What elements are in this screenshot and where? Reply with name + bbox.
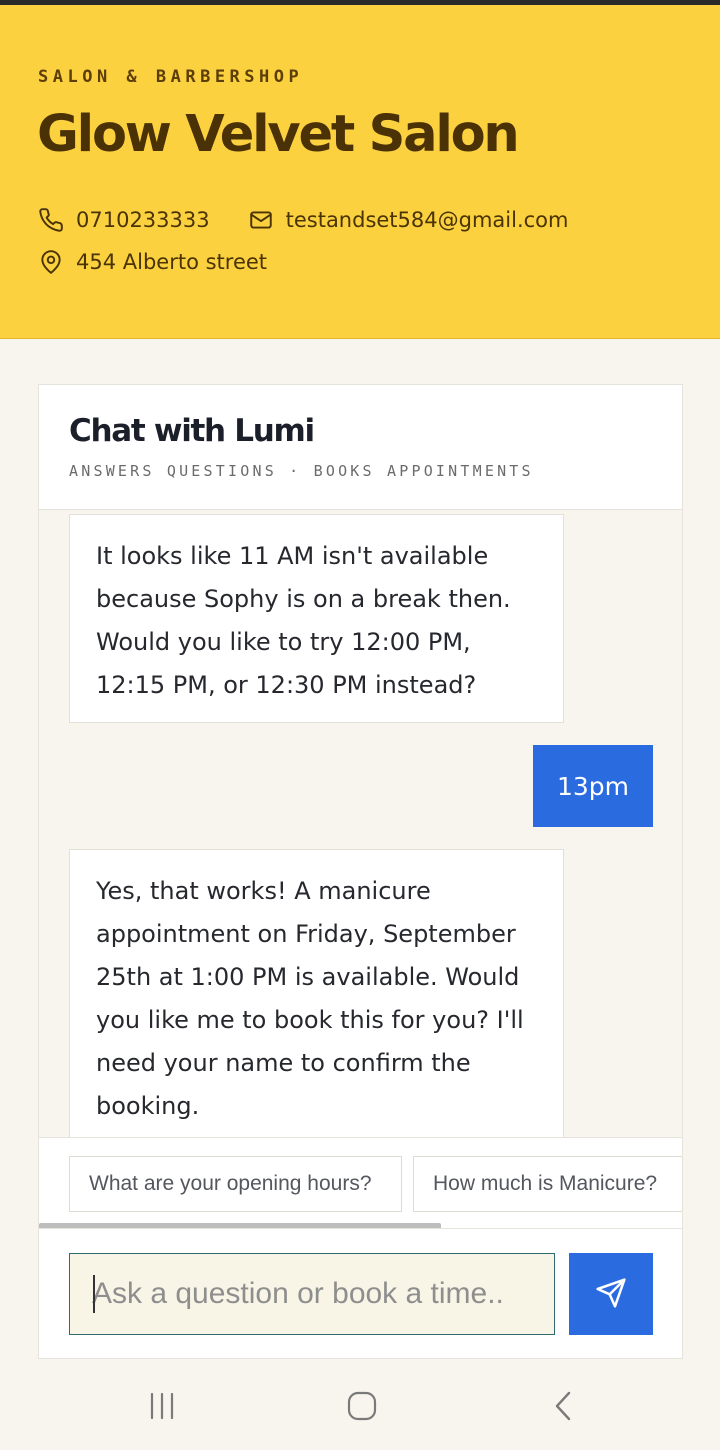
mail-icon bbox=[248, 207, 274, 233]
salon-header: SALON & BARBERSHOP Glow Velvet Salon 071… bbox=[0, 5, 720, 339]
contact-row-2: 454 Alberto street bbox=[38, 249, 267, 275]
system-nav-bar bbox=[0, 1365, 720, 1450]
back-button[interactable] bbox=[534, 1385, 594, 1431]
text-caret bbox=[93, 1275, 95, 1313]
suggestion-chip-manicure[interactable]: How much is Manicure? bbox=[413, 1156, 682, 1212]
suggestion-bar[interactable]: What are your opening hours? How much is… bbox=[39, 1137, 682, 1229]
chat-title: Chat with Lumi bbox=[69, 413, 315, 449]
chat-subtitle: ANSWERS QUESTIONS · BOOKS APPOINTMENTS bbox=[69, 462, 534, 480]
send-button[interactable] bbox=[569, 1253, 653, 1335]
home-icon bbox=[345, 1389, 379, 1428]
message-input[interactable] bbox=[69, 1253, 555, 1335]
composer bbox=[39, 1229, 682, 1358]
salon-kicker: SALON & BARBERSHOP bbox=[38, 67, 304, 87]
recent-apps-icon bbox=[145, 1389, 179, 1428]
user-message: 13pm bbox=[533, 745, 653, 827]
chat-header: Chat with Lumi ANSWERS QUESTIONS · BOOKS… bbox=[39, 385, 682, 510]
email-link[interactable]: testandset584@gmail.com bbox=[286, 208, 569, 232]
phone-link[interactable]: 0710233333 bbox=[76, 208, 210, 232]
map-pin-icon bbox=[38, 249, 64, 275]
message-list[interactable]: It looks like 11 AM isn't available beca… bbox=[39, 510, 682, 1137]
address-link[interactable]: 454 Alberto street bbox=[76, 250, 267, 274]
suggestion-chip-hours[interactable]: What are your opening hours? bbox=[69, 1156, 402, 1212]
back-icon bbox=[547, 1389, 581, 1428]
recent-apps-button[interactable] bbox=[132, 1385, 192, 1431]
bot-message: Yes, that works! A manicure appointment … bbox=[69, 849, 564, 1137]
phone-icon bbox=[38, 207, 64, 233]
send-icon bbox=[595, 1277, 627, 1312]
salon-name: Glow Velvet Salon bbox=[37, 105, 520, 164]
chat-card: Chat with Lumi ANSWERS QUESTIONS · BOOKS… bbox=[38, 384, 683, 1359]
home-button[interactable] bbox=[332, 1385, 392, 1431]
bot-message: It looks like 11 AM isn't available beca… bbox=[69, 514, 564, 723]
email-group: testandset584@gmail.com bbox=[248, 207, 569, 233]
contact-row-1: 0710233333 testandset584@gmail.com bbox=[38, 207, 568, 233]
